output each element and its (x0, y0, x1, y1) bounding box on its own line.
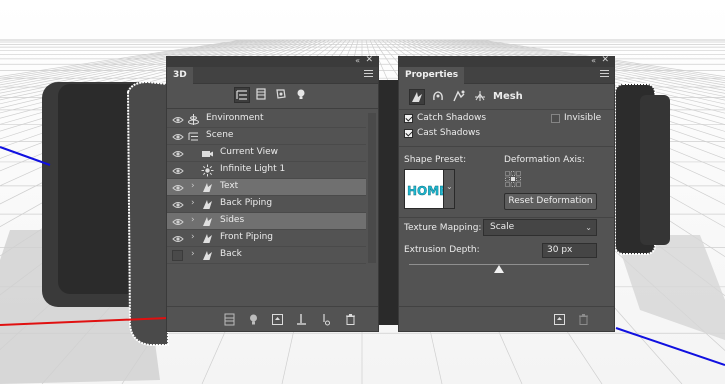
mesh-properties-icon[interactable] (409, 89, 425, 105)
tab-properties[interactable]: Properties (399, 67, 465, 84)
mesh-icon (201, 232, 214, 245)
visibility-eye-icon[interactable] (172, 199, 184, 211)
deformation-axis-grid[interactable] (505, 171, 521, 187)
chevron-right-icon[interactable]: › (191, 249, 195, 259)
layer-name: Current View (220, 147, 279, 157)
visibility-eye-icon[interactable] (172, 182, 184, 194)
chevron-right-icon[interactable]: › (191, 232, 195, 242)
3d-panel-scrollbar[interactable] (368, 113, 376, 263)
shape-preset-dropdown[interactable]: ⌄ (444, 169, 455, 209)
texture-mapping-value: Scale (490, 222, 515, 232)
visibility-eye-icon[interactable] (172, 233, 184, 245)
reset-deformation-button[interactable]: Reset Deformation (504, 193, 597, 210)
deform-icon[interactable] (431, 89, 447, 105)
properties-panel: « ✕ Properties Mesh Catch Shadows Invisi… (398, 55, 615, 332)
3d-layer-list: Environment Scene Current View Infinite Lig… (167, 111, 366, 271)
layer-row[interactable]: › Front Piping (167, 230, 366, 247)
split-constraint-icon[interactable] (319, 313, 332, 326)
preset-thumbnail-text: HOME (407, 184, 443, 198)
3d-filter-toolbar (167, 84, 378, 109)
layer-row[interactable]: › Back (167, 247, 366, 264)
properties-panel-tabbar: Properties (399, 67, 614, 84)
add-constraint-icon[interactable] (271, 313, 284, 326)
visibility-eye-icon[interactable] (172, 131, 184, 143)
light-bulb-icon[interactable] (247, 313, 260, 326)
visibility-eye-icon[interactable] (172, 148, 184, 160)
panel-menu-icon[interactable] (600, 70, 609, 79)
whole-scene-filter-icon[interactable] (234, 87, 250, 103)
chevron-right-icon[interactable]: › (191, 181, 195, 191)
3d-panel-titlebar[interactable]: « ✕ (167, 55, 378, 67)
extrusion-depth-slider-handle[interactable] (494, 265, 504, 273)
mesh-tab-label[interactable]: Mesh (493, 91, 523, 102)
chevron-right-icon[interactable]: › (191, 198, 195, 208)
close-icon[interactable]: ✕ (365, 55, 373, 65)
chevron-down-icon: ⌄ (446, 182, 453, 191)
layer-name: Sides (220, 215, 245, 225)
catch-shadows-checkbox[interactable] (404, 114, 413, 123)
layer-row[interactable]: Infinite Light 1 (167, 162, 366, 179)
layer-name: Infinite Light 1 (220, 164, 286, 174)
tab-3d[interactable]: 3D (167, 67, 193, 84)
layer-name: Back Piping (220, 198, 273, 208)
layer-row[interactable]: › Sides (167, 213, 366, 230)
mesh-icon (201, 181, 214, 194)
cast-shadows-label: Cast Shadows (417, 128, 481, 138)
extrusion-depth-input[interactable]: 30 px (542, 243, 597, 258)
layer-name: Environment (206, 113, 264, 123)
chevron-right-icon[interactable]: › (191, 215, 195, 225)
layer-row[interactable]: Scene (167, 128, 366, 145)
close-icon[interactable]: ✕ (601, 55, 609, 65)
layer-name: Scene (206, 130, 234, 140)
extrusion-depth-label: Extrusion Depth: (404, 245, 480, 255)
properties-mode-toolbar: Mesh (399, 85, 614, 109)
3d-panel: « ✕ 3D Environment Scene Current View Infin… (166, 55, 379, 332)
environment-icon (187, 113, 200, 126)
visibility-eye-icon[interactable] (172, 165, 184, 177)
texture-mapping-select[interactable]: Scale ⌄ (483, 219, 597, 236)
trash-icon[interactable] (577, 313, 590, 326)
visibility-eye-icon[interactable] (172, 216, 184, 228)
collapse-icon[interactable]: « (591, 56, 596, 65)
shape-preset-thumbnail[interactable]: HOME (404, 169, 448, 209)
chevron-down-icon: ⌄ (585, 223, 592, 232)
cast-shadows-checkbox[interactable] (404, 129, 413, 138)
meshes-filter-icon[interactable] (254, 87, 270, 103)
lights-filter-icon[interactable] (294, 87, 310, 103)
render-icon[interactable] (223, 313, 236, 326)
catch-shadows-label: Catch Shadows (417, 113, 487, 123)
visibility-toggle-empty[interactable] (172, 250, 183, 261)
visibility-eye-icon[interactable] (172, 114, 184, 126)
camera-icon (201, 147, 214, 160)
texture-mapping-label: Texture Mapping: (404, 223, 482, 233)
3d-panel-tabbar: 3D (167, 67, 378, 84)
layer-name: Text (220, 181, 239, 191)
3d-panel-footer (167, 306, 378, 331)
ground-plane-icon[interactable] (295, 313, 308, 326)
layer-row[interactable]: › Back Piping (167, 196, 366, 213)
layer-row[interactable]: Current View (167, 145, 366, 162)
light-icon (201, 164, 214, 177)
mesh-icon (201, 198, 214, 211)
layer-row[interactable]: Environment (167, 111, 366, 128)
mesh-icon (201, 249, 214, 262)
coordinates-icon[interactable] (473, 89, 489, 105)
trash-icon[interactable] (344, 313, 357, 326)
layer-name: Front Piping (220, 232, 273, 242)
invisible-checkbox[interactable] (551, 114, 560, 123)
panel-menu-icon[interactable] (364, 70, 373, 79)
render-icon[interactable] (553, 313, 566, 326)
collapse-icon[interactable]: « (355, 56, 360, 65)
mesh-icon (201, 215, 214, 228)
deformation-axis-label: Deformation Axis: (504, 155, 585, 165)
cap-icon[interactable] (452, 89, 468, 105)
materials-filter-icon[interactable] (274, 87, 290, 103)
layer-name: Back (220, 249, 242, 259)
layer-row[interactable]: › Text (167, 179, 366, 196)
shape-preset-label: Shape Preset: (404, 155, 467, 165)
scene-icon (187, 130, 200, 143)
invisible-label: Invisible (564, 113, 602, 123)
properties-panel-titlebar[interactable]: « ✕ (399, 55, 614, 67)
properties-panel-footer (399, 306, 614, 331)
